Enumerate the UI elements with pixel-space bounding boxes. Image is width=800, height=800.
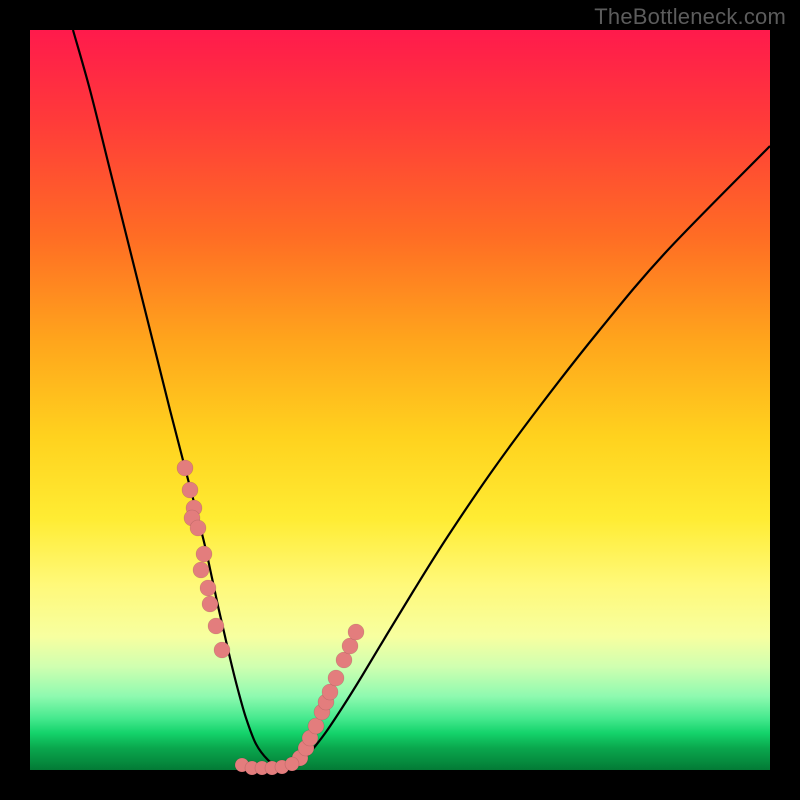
data-bead	[328, 670, 344, 686]
data-bead	[182, 482, 198, 498]
data-bead	[196, 546, 212, 562]
chart-frame: TheBottleneck.com	[0, 0, 800, 800]
data-bead	[193, 562, 209, 578]
data-bead	[208, 618, 224, 634]
data-bead	[336, 652, 352, 668]
bead-group	[177, 460, 364, 775]
data-bead	[348, 624, 364, 640]
data-bead	[322, 684, 338, 700]
data-bead	[202, 596, 218, 612]
data-bead	[342, 638, 358, 654]
curve-layer	[30, 30, 770, 770]
data-bead	[177, 460, 193, 476]
data-bead	[190, 520, 206, 536]
bottleneck-curve	[73, 30, 770, 769]
data-bead	[200, 580, 216, 596]
data-bead	[285, 757, 299, 771]
data-bead	[308, 718, 324, 734]
plot-area	[30, 30, 770, 770]
watermark-text: TheBottleneck.com	[594, 4, 786, 30]
data-bead	[214, 642, 230, 658]
